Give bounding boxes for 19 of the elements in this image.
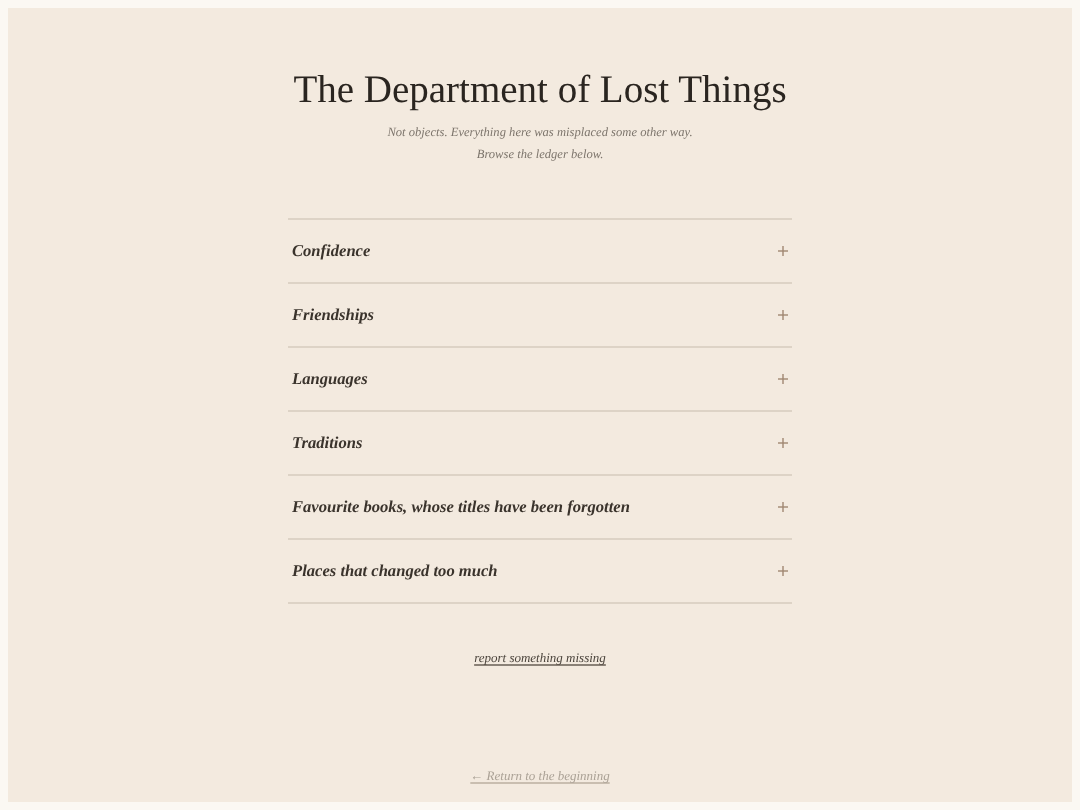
- accordion-item[interactable]: Friendships: [288, 284, 792, 348]
- accordion-item[interactable]: Places that changed too much: [288, 540, 792, 604]
- item-label: Languages: [292, 370, 368, 388]
- item-label: Traditions: [292, 434, 363, 452]
- plus-icon[interactable]: [778, 374, 788, 384]
- item-label: Places that changed too much: [292, 562, 498, 580]
- accordion-item[interactable]: Favourite books, whose titles have been forgotten: [288, 476, 792, 540]
- plus-icon[interactable]: [778, 502, 788, 512]
- accordion-item[interactable]: Confidence: [288, 220, 792, 284]
- plus-icon[interactable]: [778, 310, 788, 320]
- plus-icon[interactable]: [778, 246, 788, 256]
- plus-icon[interactable]: [778, 566, 788, 576]
- item-label: Favourite books, whose titles have been forgotten: [292, 498, 630, 516]
- item-label: Confidence: [292, 242, 371, 260]
- accordion-item[interactable]: Languages: [288, 348, 792, 412]
- plus-icon[interactable]: [778, 438, 788, 448]
- accordion-item[interactable]: Traditions: [288, 412, 792, 476]
- item-label: Friendships: [292, 306, 375, 324]
- page-title: The Department of Lost Things: [293, 70, 787, 114]
